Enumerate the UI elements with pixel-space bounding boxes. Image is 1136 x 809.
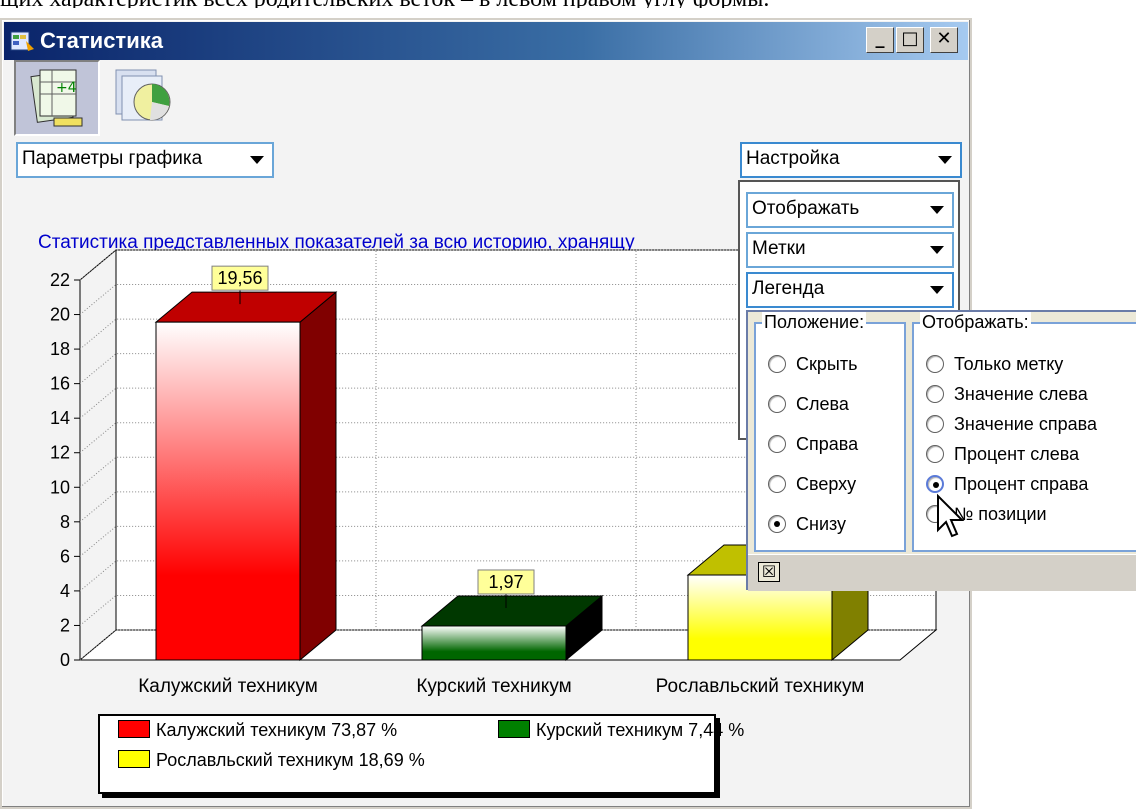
radio-circle[interactable] [768, 355, 786, 373]
radio-position-top[interactable]: Сверху [768, 474, 856, 495]
radio-circle[interactable] [926, 385, 944, 403]
y-tick-label: 16 [50, 374, 70, 394]
y-tick-label: 18 [50, 339, 70, 359]
data-label: 19,56 [217, 268, 262, 288]
labels-dropdown[interactable]: Метки [746, 232, 954, 268]
y-tick-label: 14 [50, 408, 70, 428]
radio-position-right[interactable]: Справа [768, 434, 858, 455]
position-group-label: Положение: [762, 312, 867, 333]
category-label: Рославльский техникум [656, 676, 865, 697]
radio-position-hide[interactable]: Скрыть [768, 354, 857, 375]
radio-circle[interactable] [926, 355, 944, 373]
y-tick-label: 2 [60, 615, 70, 635]
category-label: Калужский техникум [138, 676, 318, 697]
radio-position-left[interactable]: Слева [768, 394, 849, 415]
radio-circle[interactable] [926, 445, 944, 463]
chevron-down-icon [930, 246, 944, 254]
display-group-label: Отображать: [920, 312, 1031, 333]
radio-circle[interactable] [768, 475, 786, 493]
y-tick-label: 10 [50, 477, 70, 497]
chart-legend: Калужский техникум 73,87 % Курский техни… [98, 714, 744, 794]
position-group: Положение: Скрыть Слева Справа Сверху Сн… [754, 312, 906, 552]
bar [155, 321, 301, 661]
radio-position-bottom[interactable]: Снизу [768, 514, 846, 535]
radio-circle[interactable] [768, 435, 786, 453]
radio-circle[interactable] [768, 395, 786, 413]
chevron-down-icon [930, 286, 944, 294]
legend-item-roslavl: Рославльский техникум 18,69 % [118, 750, 425, 771]
popup-close-button[interactable]: ☒ [758, 562, 780, 582]
legend-swatch-roslavl [118, 750, 150, 768]
display-dropdown[interactable]: Отображать [746, 192, 954, 228]
bar-side [299, 291, 337, 662]
data-label: 1,97 [488, 572, 523, 592]
legend-swatch-kaluga [118, 720, 150, 738]
y-tick-label: 20 [50, 305, 70, 325]
mouse-cursor-icon [937, 493, 965, 538]
radio-display-label-only[interactable]: Только метку [926, 354, 1063, 375]
radio-display-percent-left[interactable]: Процент слева [926, 444, 1079, 465]
bar [421, 625, 567, 661]
legend-item-kaluga: Калужский техникум 73,87 % [118, 720, 397, 741]
radio-display-value-right[interactable]: Значение справа [926, 414, 1097, 435]
y-tick-label: 22 [50, 270, 70, 290]
radio-display-value-left[interactable]: Значение слева [926, 384, 1088, 405]
y-tick-label: 8 [60, 512, 70, 532]
legend-dropdown[interactable]: Легенда [746, 272, 954, 308]
legend-swatch-kursk [498, 720, 530, 738]
y-tick-label: 12 [50, 443, 70, 463]
category-label: Курский техникум [416, 676, 571, 697]
y-tick-label: 0 [60, 650, 70, 670]
popup-footer [748, 554, 1136, 591]
chevron-down-icon [930, 206, 944, 214]
radio-circle[interactable] [926, 415, 944, 433]
radio-circle-checked[interactable] [768, 515, 786, 533]
legend-item-kursk: Курский техникум 7,44 % [498, 720, 744, 741]
y-tick-label: 6 [60, 546, 70, 566]
y-tick-label: 4 [60, 581, 70, 601]
